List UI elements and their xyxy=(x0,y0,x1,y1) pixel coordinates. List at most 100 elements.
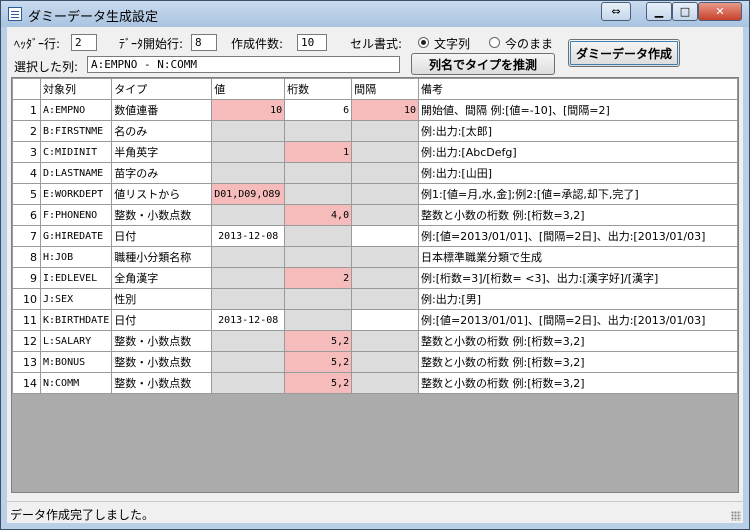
swap-arrows-button[interactable]: ⇔ xyxy=(601,2,631,21)
cell-target-column[interactable]: L:SALARY xyxy=(39,330,113,352)
row-number[interactable]: 8 xyxy=(12,246,41,268)
cell-target-column[interactable]: M:BONUS xyxy=(39,351,113,373)
radio-as-is-label[interactable]: 今のまま xyxy=(505,35,553,52)
cell-digits[interactable]: 5,2 xyxy=(284,372,353,394)
row-number[interactable]: 12 xyxy=(12,330,41,352)
cell-digits[interactable] xyxy=(284,288,353,310)
cell-digits[interactable] xyxy=(284,162,353,184)
cell-type[interactable]: 整数・小数点数 xyxy=(111,204,213,226)
cell-type[interactable]: 整数・小数点数 xyxy=(111,372,213,394)
cell-target-column[interactable]: N:COMM xyxy=(39,372,113,394)
cell-digits[interactable] xyxy=(284,120,353,142)
cell-note[interactable]: 整数と小数の桁数 例:[桁数=3,2] xyxy=(418,330,738,352)
cell-note[interactable]: 整数と小数の桁数 例:[桁数=3,2] xyxy=(418,351,738,373)
cell-note[interactable]: 開始値、間隔 例:[値=-10]、[間隔=2] xyxy=(418,99,738,121)
cell-target-column[interactable]: A:EMPNO xyxy=(39,99,113,121)
column-header-value[interactable]: 値 xyxy=(211,78,286,100)
cell-note[interactable]: 例:[値=2013/01/01]、[間隔=2日]、出力:[2013/01/03] xyxy=(418,309,738,331)
cell-type[interactable]: 名のみ xyxy=(111,120,213,142)
cell-type[interactable]: 全角漢字 xyxy=(111,267,213,289)
cell-digits[interactable] xyxy=(284,309,353,331)
data-start-row-input[interactable]: 8 xyxy=(191,34,217,51)
row-number[interactable]: 2 xyxy=(12,120,41,142)
row-number[interactable]: 14 xyxy=(12,372,41,394)
row-number[interactable]: 3 xyxy=(12,141,41,163)
cell-interval[interactable] xyxy=(351,372,420,394)
maximize-button[interactable]: □ xyxy=(672,2,698,21)
create-dummy-data-button[interactable]: ダミーデータ作成 xyxy=(568,39,680,67)
cell-digits[interactable]: 5,2 xyxy=(284,351,353,373)
guess-type-button[interactable]: 列名でタイプを推測 xyxy=(411,53,555,75)
row-number[interactable]: 6 xyxy=(12,204,41,226)
cell-interval[interactable] xyxy=(351,120,420,142)
cell-interval[interactable] xyxy=(351,183,420,205)
cell-value[interactable]: D01,D09,O89 xyxy=(211,183,286,205)
cell-note[interactable]: 例:出力:[山田] xyxy=(418,162,738,184)
cell-value[interactable] xyxy=(211,372,286,394)
column-header-interval[interactable]: 間隔 xyxy=(351,78,420,100)
cell-note[interactable]: 日本標準職業分類で生成 xyxy=(418,246,738,268)
cell-digits[interactable]: 1 xyxy=(284,141,353,163)
cell-digits[interactable] xyxy=(284,225,353,247)
close-button[interactable]: ✕ xyxy=(698,2,742,21)
cell-value[interactable]: 2013-12-08 xyxy=(211,309,286,331)
cell-type[interactable]: 数値連番 xyxy=(111,99,213,121)
cell-value[interactable] xyxy=(211,120,286,142)
cell-target-column[interactable]: J:SEX xyxy=(39,288,113,310)
cell-interval[interactable] xyxy=(351,351,420,373)
cell-type[interactable]: 整数・小数点数 xyxy=(111,330,213,352)
cell-type[interactable]: 苗字のみ xyxy=(111,162,213,184)
row-number[interactable]: 10 xyxy=(12,288,41,310)
cell-interval[interactable] xyxy=(351,162,420,184)
column-header-target[interactable]: 対象列 xyxy=(39,78,113,100)
cell-note[interactable]: 例:出力:[男] xyxy=(418,288,738,310)
cell-value[interactable] xyxy=(211,267,286,289)
radio-string[interactable] xyxy=(418,37,429,48)
header-row-input[interactable]: 2 xyxy=(71,34,97,51)
cell-digits[interactable]: 5,2 xyxy=(284,330,353,352)
radio-string-label[interactable]: 文字列 xyxy=(434,35,470,52)
resize-grip-icon[interactable] xyxy=(731,511,741,521)
cell-type[interactable]: 日付 xyxy=(111,309,213,331)
row-number[interactable]: 1 xyxy=(12,99,41,121)
selected-columns-input[interactable]: A:EMPNO - N:COMM xyxy=(87,56,400,73)
cell-type[interactable]: 日付 xyxy=(111,225,213,247)
count-input[interactable]: 10 xyxy=(297,34,327,51)
cell-target-column[interactable]: E:WORKDEPT xyxy=(39,183,113,205)
cell-note[interactable]: 例1:[値=月,水,金];例2:[値=承認,却下,完了] xyxy=(418,183,738,205)
cell-value[interactable] xyxy=(211,351,286,373)
cell-note[interactable]: 例:[桁数=3]/[桁数= <3]、出力:[漢字好]/[漢字] xyxy=(418,267,738,289)
cell-value[interactable] xyxy=(211,330,286,352)
cell-interval[interactable]: 10 xyxy=(351,99,420,121)
cell-target-column[interactable]: H:JOB xyxy=(39,246,113,268)
radio-as-is[interactable] xyxy=(489,37,500,48)
cell-target-column[interactable]: B:FIRSTNME xyxy=(39,120,113,142)
cell-value[interactable]: 10 xyxy=(211,99,286,121)
row-number[interactable]: 11 xyxy=(12,309,41,331)
cell-digits[interactable] xyxy=(284,246,353,268)
cell-interval[interactable] xyxy=(351,330,420,352)
cell-value[interactable] xyxy=(211,204,286,226)
cell-note[interactable]: 例:[値=2013/01/01]、[間隔=2日]、出力:[2013/01/03] xyxy=(418,225,738,247)
cell-note[interactable]: 整数と小数の桁数 例:[桁数=3,2] xyxy=(418,204,738,226)
cell-target-column[interactable]: K:BIRTHDATE xyxy=(39,309,113,331)
cell-type[interactable]: 性別 xyxy=(111,288,213,310)
cell-interval[interactable] xyxy=(351,288,420,310)
row-number[interactable]: 4 xyxy=(12,162,41,184)
cell-target-column[interactable]: F:PHONENO xyxy=(39,204,113,226)
cell-digits[interactable]: 4,0 xyxy=(284,204,353,226)
cell-value[interactable] xyxy=(211,288,286,310)
cell-type[interactable]: 値リストから xyxy=(111,183,213,205)
row-number[interactable]: 9 xyxy=(12,267,41,289)
cell-interval[interactable] xyxy=(351,141,420,163)
cell-value[interactable]: 2013-12-08 xyxy=(211,225,286,247)
cell-value[interactable] xyxy=(211,162,286,184)
cell-target-column[interactable]: D:LASTNAME xyxy=(39,162,113,184)
column-header-digits[interactable]: 桁数 xyxy=(284,78,353,100)
cell-value[interactable] xyxy=(211,246,286,268)
cell-note[interactable]: 例:出力:[太郎] xyxy=(418,120,738,142)
cell-interval[interactable] xyxy=(351,225,420,247)
cell-digits[interactable]: 2 xyxy=(284,267,353,289)
cell-interval[interactable] xyxy=(351,204,420,226)
cell-value[interactable] xyxy=(211,141,286,163)
